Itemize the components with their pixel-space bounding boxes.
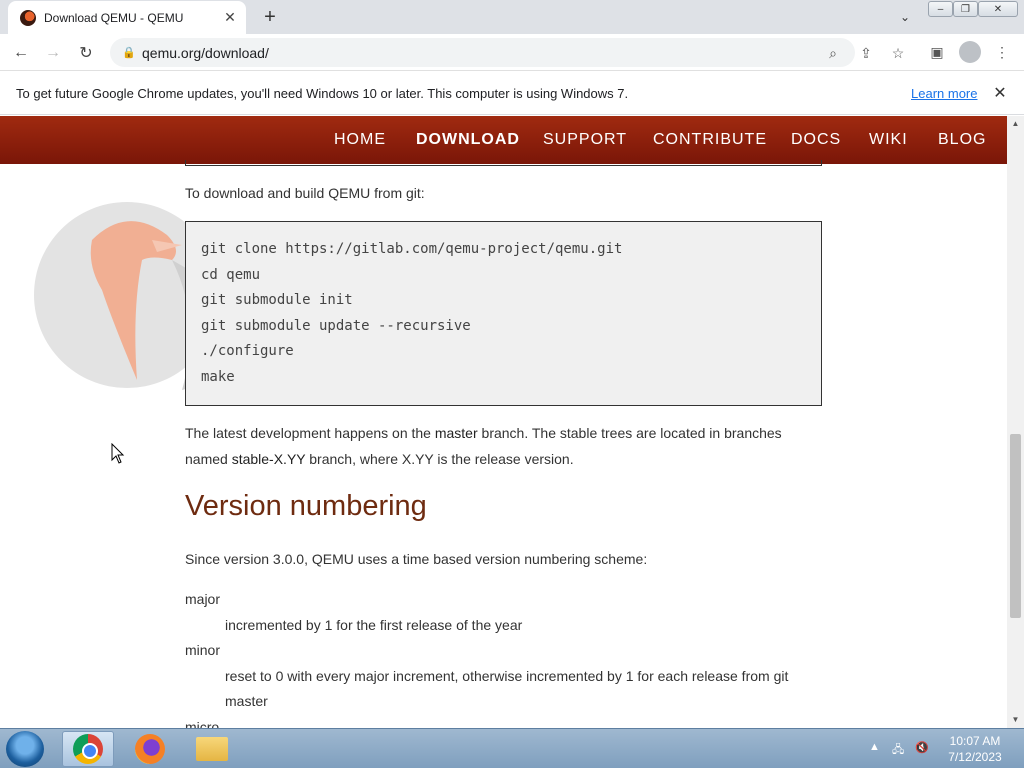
web-page: HOME DOWNLOAD SUPPORT CONTRIBUTE DOCS WI… (0, 116, 1007, 728)
tab-close-button[interactable]: ✕ (220, 8, 240, 28)
taskbar-clock[interactable]: 10:07 AM 7/12/2023 (940, 733, 1010, 765)
version-numbering-heading: Version numbering (185, 490, 427, 522)
tab-search-chevron-icon[interactable]: ⌄ (896, 8, 914, 26)
lock-icon: 🔒 (122, 47, 136, 59)
side-panel-icon[interactable]: ▣ (927, 42, 947, 62)
micro-term: micro (185, 719, 220, 728)
code-line: make (201, 368, 235, 385)
major-description: incremented by 1 for the first release o… (225, 617, 523, 633)
address-bar[interactable]: 🔒 qemu.org/download/ ⌕ ⇪ ☆ (110, 38, 904, 67)
search-icon[interactable]: ⌕ (823, 43, 843, 63)
scroll-down-icon[interactable]: ▼ (1007, 712, 1024, 726)
git-intro-text: To download and build QEMU from git: (185, 185, 425, 201)
scroll-up-icon[interactable]: ▲ (1007, 116, 1024, 130)
taskbar-chrome[interactable] (62, 731, 114, 767)
back-arrow-icon[interactable]: ← (8, 40, 34, 66)
volume-muted-icon[interactable]: 🔇 (915, 741, 929, 754)
nav-blog[interactable]: BLOG (938, 131, 986, 149)
previous-code-box-edge (185, 160, 822, 166)
windows-start-button[interactable] (6, 731, 44, 767)
update-infobar: To get future Google Chrome updates, you… (0, 72, 1024, 115)
bookmark-star-icon[interactable]: ☆ (888, 43, 908, 63)
nav-contribute[interactable]: CONTRIBUTE (653, 131, 767, 149)
code-line: cd qemu (201, 266, 261, 283)
share-icon[interactable]: ⇪ (856, 43, 876, 63)
branch-text: branch, where X.YY is the release versio… (305, 451, 574, 467)
taskbar-firefox[interactable] (124, 731, 176, 767)
close-window-button[interactable]: ✕ (978, 1, 1018, 17)
mouse-cursor-icon (111, 443, 125, 464)
branch-text: The latest development happens on the (185, 425, 435, 441)
code-line: ./configure (201, 343, 294, 360)
nav-download[interactable]: DOWNLOAD (416, 131, 520, 149)
infobar-message: To get future Google Chrome updates, you… (16, 86, 629, 101)
url-text: qemu.org/download/ (142, 45, 269, 61)
page-scrollbar[interactable]: ▲ ▼ (1007, 116, 1024, 728)
git-code-block: git clone https://gitlab.com/qemu-projec… (185, 221, 822, 406)
nav-wiki[interactable]: WIKI (869, 131, 908, 149)
tab-download-qemu[interactable]: Download QEMU - QEMU ✕ (8, 1, 246, 34)
tab-title: Download QEMU - QEMU (44, 10, 184, 25)
taskbar-explorer[interactable] (186, 731, 238, 767)
browser-toolbar: ← → ↻ 🔒 qemu.org/download/ ⌕ ⇪ ☆ ▣ ⋮ (0, 34, 1024, 71)
stable-term: stable-X.YY (231, 451, 306, 467)
chrome-icon (73, 734, 103, 764)
minor-description-cont: master (225, 693, 268, 709)
site-navbar: HOME DOWNLOAD SUPPORT CONTRIBUTE DOCS WI… (0, 116, 1007, 164)
code-line: git submodule update --recursive (201, 317, 471, 334)
network-icon[interactable]: 🖧 (892, 741, 904, 760)
master-term: master (434, 425, 478, 441)
minor-description: reset to 0 with every major increment, o… (225, 668, 789, 684)
branch-text: named (185, 451, 232, 467)
version-intro-text: Since version 3.0.0, QEMU uses a time ba… (185, 551, 648, 567)
menu-kebab-icon[interactable]: ⋮ (992, 42, 1012, 62)
major-term: major (185, 591, 221, 607)
infobar-close-button[interactable]: ✕ (990, 83, 1010, 103)
forward-arrow-icon[interactable]: → (40, 40, 66, 66)
clock-time: 10:07 AM (949, 734, 1001, 748)
new-tab-button[interactable]: + (258, 6, 282, 28)
branch-paragraph: The latest development happens on the ma… (185, 420, 825, 472)
code-line: git submodule init (201, 292, 353, 309)
firefox-icon (135, 734, 165, 764)
restore-button[interactable]: ❐ (953, 1, 978, 17)
reload-icon[interactable]: ↻ (73, 40, 99, 66)
minor-term: minor (185, 642, 221, 658)
minimize-button[interactable]: – (928, 1, 953, 17)
qemu-favicon-icon (20, 9, 36, 26)
browser-titlebar: Download QEMU - QEMU ✕ + ⌄ – ❐ ✕ (0, 0, 1024, 34)
windows-taskbar: ▲ 🖧 🔇 10:07 AM 7/12/2023 (0, 728, 1024, 768)
code-line: git clone https://gitlab.com/qemu-projec… (201, 241, 623, 257)
scrollbar-thumb[interactable] (1010, 434, 1021, 618)
clock-date: 7/12/2023 (948, 750, 1002, 764)
folder-icon (196, 737, 228, 761)
branch-text: branch. The stable trees are located in … (477, 425, 782, 441)
nav-docs[interactable]: DOCS (791, 131, 841, 149)
nav-support[interactable]: SUPPORT (543, 131, 627, 149)
profile-avatar-icon[interactable] (959, 41, 981, 63)
learn-more-link[interactable]: Learn more (911, 86, 977, 101)
nav-home[interactable]: HOME (334, 131, 386, 149)
tray-expand-icon[interactable]: ▲ (869, 741, 880, 753)
